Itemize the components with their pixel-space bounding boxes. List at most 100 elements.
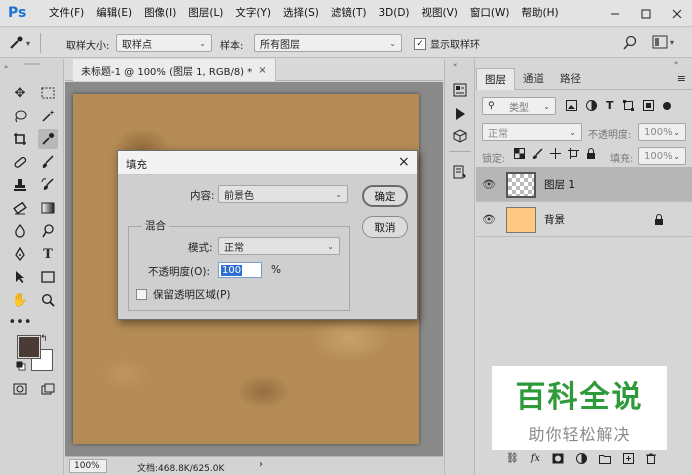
watermark-title: 百科全说 bbox=[515, 380, 644, 415]
dialog-opacity-input[interactable]: 100 bbox=[218, 262, 262, 278]
quick-mask-button[interactable] bbox=[10, 379, 30, 399]
lock-transparent-pixels-icon[interactable] bbox=[514, 148, 525, 159]
type-filter-icon[interactable]: T bbox=[606, 99, 614, 112]
menu-window[interactable]: 窗口(W) bbox=[464, 0, 516, 27]
filter-toggle-icon[interactable] bbox=[662, 101, 671, 110]
menu-filter[interactable]: 滤镜(T) bbox=[325, 0, 373, 27]
tool-preset-picker[interactable]: ▾ bbox=[8, 34, 30, 52]
menu-image[interactable]: 图像(I) bbox=[138, 0, 182, 27]
tab-paths[interactable]: 路径 bbox=[552, 68, 589, 90]
stamp-icon bbox=[14, 179, 26, 191]
crop-tool[interactable] bbox=[10, 129, 30, 149]
healing-brush-tool[interactable] bbox=[10, 152, 30, 172]
lock-position-icon[interactable] bbox=[550, 148, 561, 159]
pen-tool[interactable] bbox=[10, 244, 30, 264]
show-ring-checkbox[interactable]: ✓ bbox=[414, 37, 426, 50]
3d-panel-button[interactable] bbox=[451, 127, 469, 145]
document-tab[interactable]: 未标题-1 @ 100% (图层 1, RGB/8) * × bbox=[73, 59, 276, 81]
shape-filter-icon[interactable] bbox=[622, 100, 634, 111]
properties-panel-button[interactable] bbox=[451, 163, 469, 181]
collapse-toolbar-icon[interactable]: » bbox=[4, 63, 8, 71]
dialog-title-bar[interactable]: 填充 × bbox=[118, 151, 417, 175]
swap-colors-button[interactable]: ↰ bbox=[40, 334, 48, 344]
tab-channels[interactable]: 通道 bbox=[515, 68, 552, 90]
folder-icon[interactable] bbox=[599, 454, 612, 464]
preserve-transparency-toggle[interactable]: 保留透明区域(P) bbox=[136, 287, 231, 302]
fill-field[interactable]: 100% ⌄ bbox=[638, 147, 686, 165]
path-selection-tool[interactable] bbox=[10, 267, 30, 287]
brush-tool[interactable] bbox=[38, 152, 58, 172]
clone-stamp-tool[interactable] bbox=[10, 175, 30, 195]
screen-mode-button[interactable] bbox=[38, 379, 58, 399]
history-panel-button[interactable] bbox=[451, 81, 469, 99]
layer-filter-select[interactable]: ⚲ 类型 ⌄ bbox=[482, 97, 556, 115]
blur-tool[interactable] bbox=[10, 221, 30, 241]
magic-wand-tool[interactable] bbox=[38, 106, 58, 126]
ok-button[interactable]: 确定 bbox=[362, 185, 408, 207]
opacity-field[interactable]: 100% ⌄ bbox=[638, 123, 686, 141]
preserve-transparency-checkbox[interactable] bbox=[136, 289, 147, 300]
foreground-color-swatch[interactable] bbox=[17, 335, 41, 359]
image-filter-icon[interactable] bbox=[566, 100, 577, 111]
lasso-tool[interactable] bbox=[10, 106, 30, 126]
tab-layers[interactable]: 图层 bbox=[476, 67, 515, 90]
maximize-button[interactable] bbox=[630, 0, 661, 27]
sample-select[interactable]: 所有图层 ⌄ bbox=[254, 34, 402, 52]
layer-row-layer1[interactable]: 👁 图层 1 bbox=[476, 168, 692, 202]
zoom-field[interactable]: 100% bbox=[69, 459, 107, 473]
link-layers-icon[interactable]: ⛓ bbox=[506, 453, 519, 464]
smart-object-filter-icon[interactable] bbox=[642, 100, 654, 111]
close-window-button[interactable] bbox=[661, 0, 692, 27]
lock-all-icon[interactable] bbox=[586, 148, 596, 159]
collapse-dock-icon[interactable]: « bbox=[453, 61, 457, 69]
fx-icon[interactable]: fx bbox=[531, 453, 540, 464]
toolbar-grip[interactable] bbox=[22, 59, 42, 65]
visibility-eye-icon[interactable]: 👁 bbox=[476, 213, 502, 226]
marquee-tool[interactable] bbox=[38, 83, 58, 103]
new-layer-icon[interactable] bbox=[623, 453, 635, 464]
mode-select[interactable]: 正常 ⌄ bbox=[218, 237, 340, 255]
adjustment-layer-icon[interactable] bbox=[576, 453, 588, 464]
menu-edit[interactable]: 编辑(E) bbox=[90, 0, 138, 27]
status-menu-arrow-icon[interactable]: › bbox=[259, 459, 263, 470]
gradient-tool[interactable] bbox=[38, 198, 58, 218]
hand-tool[interactable]: ✋ bbox=[10, 290, 30, 310]
blend-mode-select[interactable]: 正常 ⌄ bbox=[482, 123, 582, 141]
menu-select[interactable]: 选择(S) bbox=[277, 0, 325, 27]
artboard-lock-icon[interactable] bbox=[568, 148, 579, 159]
menu-layer[interactable]: 图层(L) bbox=[182, 0, 229, 27]
minimize-button[interactable] bbox=[599, 0, 630, 27]
menu-3d[interactable]: 3D(D) bbox=[372, 0, 415, 27]
visibility-eye-icon[interactable]: 👁 bbox=[476, 178, 502, 191]
menu-view[interactable]: 视图(V) bbox=[416, 0, 464, 27]
workspace-switcher[interactable]: ▾ bbox=[652, 35, 674, 49]
sample-size-select[interactable]: 取样点 ⌄ bbox=[116, 34, 212, 52]
content-select[interactable]: 前景色 ⌄ bbox=[218, 185, 348, 203]
eyedropper-tool[interactable] bbox=[38, 129, 58, 149]
rectangle-tool[interactable] bbox=[38, 267, 58, 287]
eraser-tool[interactable] bbox=[10, 198, 30, 218]
dialog-close-icon[interactable]: × bbox=[398, 154, 410, 170]
actions-panel-button[interactable] bbox=[451, 105, 469, 123]
default-colors-button[interactable] bbox=[16, 361, 26, 371]
adjustment-filter-icon[interactable] bbox=[586, 100, 597, 111]
collapse-panel-icon[interactable]: » bbox=[674, 59, 678, 67]
show-ring-toggle[interactable]: ✓ 显示取样环 bbox=[414, 36, 480, 51]
add-mask-icon[interactable] bbox=[552, 453, 564, 464]
trash-icon[interactable] bbox=[646, 453, 657, 464]
history-brush-tool[interactable] bbox=[38, 175, 58, 195]
menu-type[interactable]: 文字(Y) bbox=[229, 0, 277, 27]
layer-row-background[interactable]: 👁 背景 bbox=[476, 203, 692, 237]
zoom-tool[interactable] bbox=[38, 290, 58, 310]
dodge-tool[interactable] bbox=[38, 221, 58, 241]
search-button[interactable] bbox=[622, 35, 638, 54]
menu-help[interactable]: 帮助(H) bbox=[516, 0, 565, 27]
panel-menu-icon[interactable]: ≡ bbox=[677, 72, 686, 85]
close-tab-icon[interactable]: × bbox=[258, 65, 266, 76]
lock-image-pixels-icon[interactable] bbox=[532, 148, 543, 159]
edit-toolbar-button[interactable]: ••• bbox=[9, 312, 32, 332]
move-tool[interactable]: ✥ bbox=[10, 83, 30, 103]
type-tool[interactable]: T bbox=[38, 244, 58, 264]
menu-file[interactable]: 文件(F) bbox=[43, 0, 90, 27]
cancel-button[interactable]: 取消 bbox=[362, 216, 408, 238]
